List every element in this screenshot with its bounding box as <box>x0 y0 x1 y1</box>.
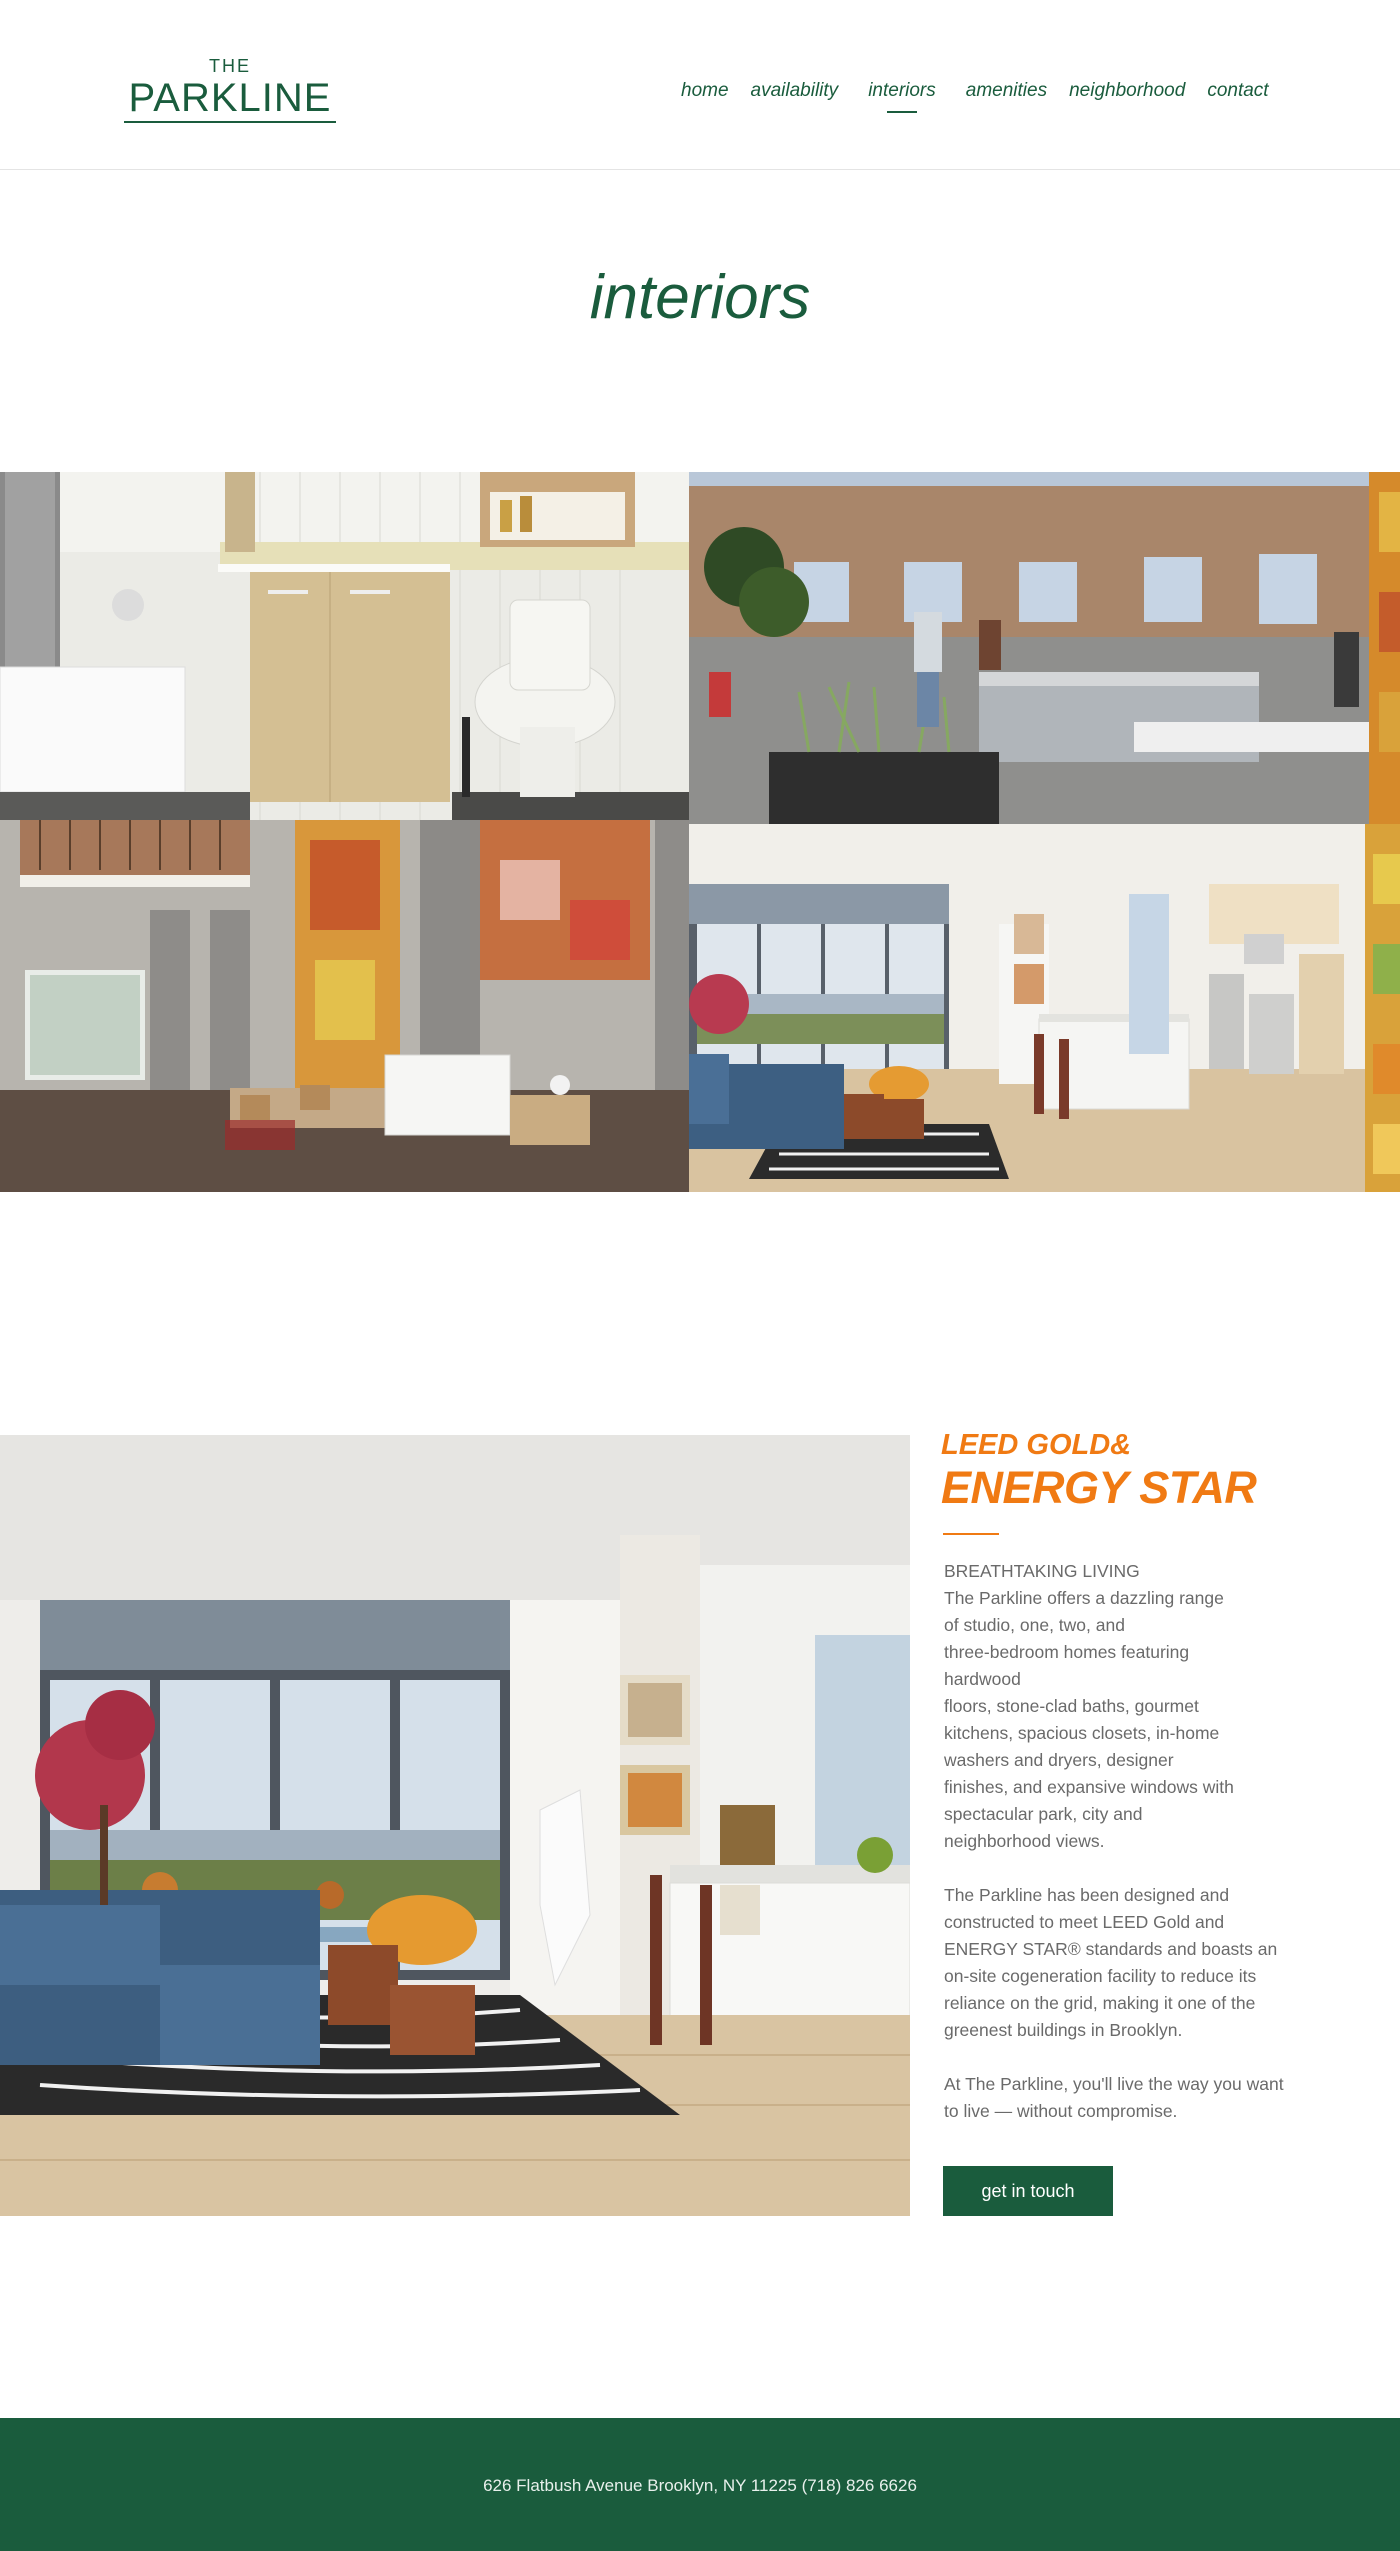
nav-availability[interactable]: availability <box>740 78 850 108</box>
nav-contact[interactable]: contact <box>1196 78 1279 108</box>
site-footer: 626 Flatbush Avenue Brooklyn, NY 11225 (… <box>0 2418 1400 2551</box>
logo-the: THE <box>209 56 251 76</box>
energy-star-heading: ENERGY STAR <box>941 1462 1257 1513</box>
main-nav: home availability interiors amenities ne… <box>670 78 1280 113</box>
leed-gold-heading: LEED GOLD& <box>941 1429 1132 1461</box>
rooftop-terrace-photo[interactable] <box>689 472 1400 824</box>
nav-interiors[interactable]: interiors <box>857 78 947 113</box>
page-title: interiors <box>589 263 811 332</box>
site-header: THE PARKLINE home availability interiors… <box>0 0 1400 170</box>
footer-address: 626 Flatbush Avenue Brooklyn, NY 11225 (… <box>483 2476 917 2495</box>
feature-paragraph-3: At The Parkline, you'll live the way you… <box>944 2074 1284 2121</box>
interiors-gallery <box>0 472 1400 1192</box>
get-in-touch-button[interactable]: get in touch <box>943 2166 1113 2216</box>
nav-neighborhood[interactable]: neighborhood <box>1058 78 1196 108</box>
heading-divider <box>943 1533 999 1535</box>
feature-paragraph-1: The Parkline offers a dazzling range of … <box>944 1588 1234 1851</box>
site-logo[interactable]: THE PARKLINE <box>124 56 336 126</box>
living-kitchen-photo[interactable] <box>689 824 1400 1192</box>
lobby-photo[interactable] <box>0 820 689 1192</box>
feature-subhead: BREATHTAKING LIVING <box>944 1561 1140 1581</box>
feature-paragraph-2: The Parkline has been designed and const… <box>944 1885 1278 2040</box>
living-room-feature-photo <box>0 1435 910 2216</box>
bathroom-photo[interactable] <box>0 472 689 820</box>
logo-parkline: PARKLINE <box>124 76 336 123</box>
nav-amenities[interactable]: amenities <box>955 78 1058 108</box>
feature-copy: BREATHTAKING LIVING The Parkline offers … <box>944 1558 1284 2152</box>
nav-home[interactable]: home <box>670 78 740 108</box>
